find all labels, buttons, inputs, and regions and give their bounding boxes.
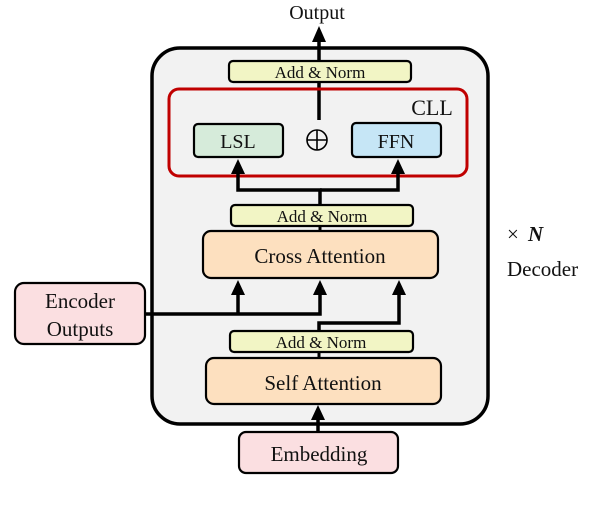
repeat-n-symbol: N — [527, 222, 544, 246]
lsl-label: LSL — [220, 131, 256, 153]
repeat-times-symbol: × — [507, 222, 519, 246]
decoder-label: Decoder — [507, 257, 578, 281]
encoder-outputs-label-line1: Encoder — [45, 289, 115, 313]
cross-attention-label: Cross Attention — [254, 244, 386, 268]
top-add-norm-label: Add & Norm — [275, 63, 366, 82]
cll-label: CLL — [411, 95, 453, 120]
combine-plus-icon — [306, 129, 328, 151]
output-label: Output — [289, 2, 345, 24]
middle-add-norm-label: Add & Norm — [277, 207, 368, 226]
encoder-outputs-label-line2: Outputs — [47, 317, 114, 341]
bottom-add-norm-label: Add & Norm — [276, 333, 367, 352]
ffn-label: FFN — [378, 131, 415, 153]
embedding-label: Embedding — [271, 442, 368, 466]
self-attention-label: Self Attention — [264, 371, 382, 395]
decoder-architecture-diagram: Output Add & Norm CLL LSL FFN Add & Norm… — [13, 2, 578, 475]
output-arrow-head — [312, 26, 326, 42]
